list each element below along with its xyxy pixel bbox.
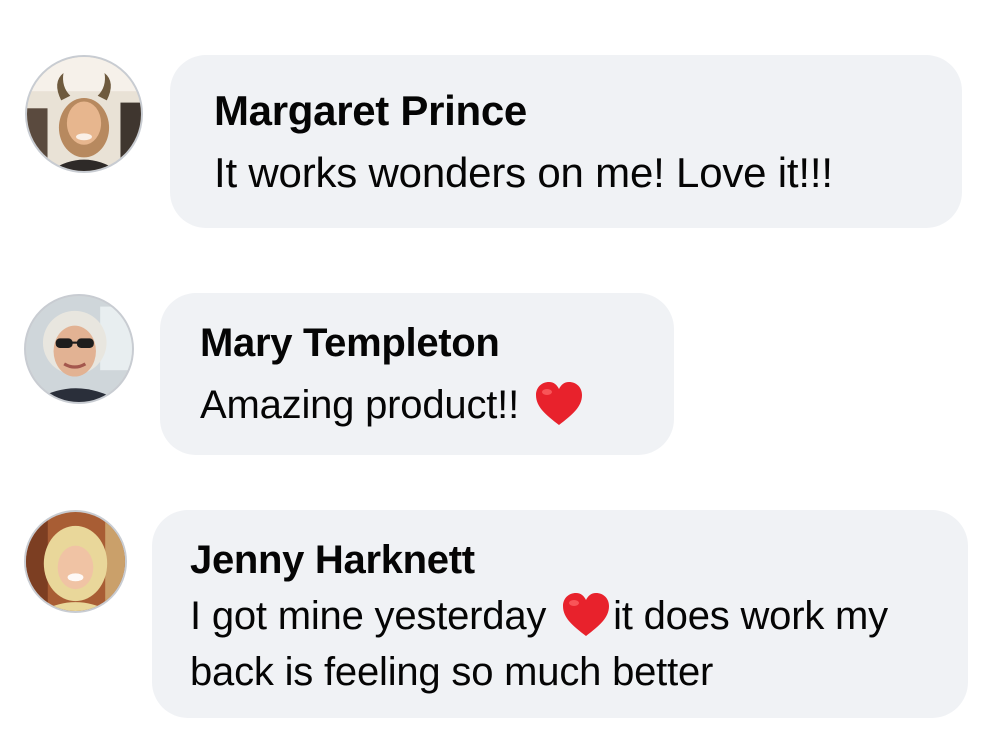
- comment-author-name[interactable]: Jenny Harknett: [190, 538, 968, 582]
- comment-text: Amazing product!!: [200, 377, 674, 433]
- heart-emoji-icon: [534, 381, 584, 427]
- comment-text: I got mine yesterday it does work my bac…: [190, 588, 950, 700]
- avatar[interactable]: [24, 510, 127, 613]
- avatar[interactable]: [25, 55, 143, 173]
- comment-text-content: Amazing product!!: [200, 383, 519, 427]
- comment-author-name[interactable]: Margaret Prince: [214, 89, 962, 133]
- user-photo-icon: [26, 296, 132, 402]
- comment-text: It works wonders on me! Love it!!!: [214, 145, 962, 201]
- comment-bubble: Mary Templeton Amazing product!!: [160, 293, 674, 455]
- comment-bubble: Jenny Harknett I got mine yesterday it d…: [152, 510, 968, 718]
- comment-author-name[interactable]: Mary Templeton: [200, 321, 674, 365]
- avatar[interactable]: [24, 294, 134, 404]
- heart-emoji-icon: [561, 592, 611, 638]
- comment-text-content: I got mine yesterday: [190, 594, 547, 638]
- comment-bubble: Margaret Prince It works wonders on me! …: [170, 55, 962, 228]
- user-photo-icon: [26, 512, 125, 611]
- user-photo-icon: [27, 57, 141, 171]
- comment-text-content: It works wonders on me! Love it!!!: [214, 149, 833, 196]
